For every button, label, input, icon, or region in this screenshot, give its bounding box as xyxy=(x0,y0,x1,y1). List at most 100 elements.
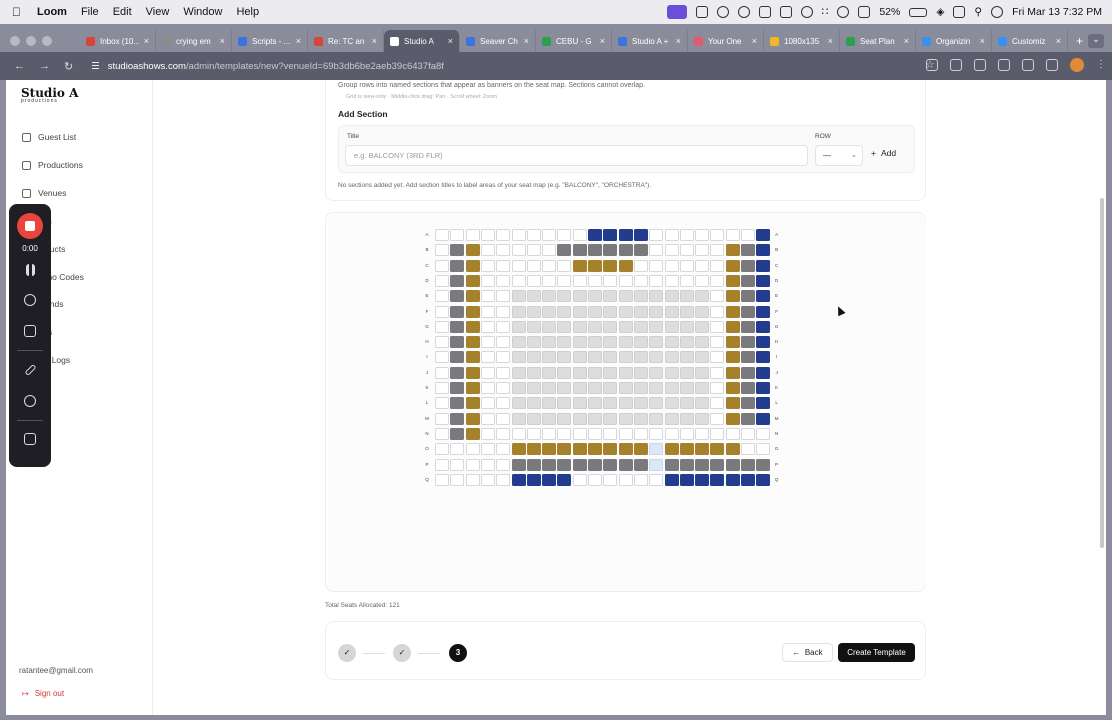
seat[interactable] xyxy=(588,320,602,333)
seat[interactable] xyxy=(679,412,694,425)
menu-view[interactable]: View xyxy=(146,6,170,18)
seat[interactable] xyxy=(572,274,587,287)
page-scrollbar[interactable] xyxy=(1100,198,1104,548)
seat[interactable] xyxy=(588,382,602,394)
seat[interactable] xyxy=(588,244,602,257)
seat[interactable] xyxy=(480,351,495,364)
seat[interactable] xyxy=(450,412,465,425)
seat[interactable] xyxy=(496,382,511,394)
seat[interactable] xyxy=(572,473,587,486)
seat[interactable] xyxy=(633,458,648,471)
seat[interactable] xyxy=(618,259,633,272)
seat[interactable] xyxy=(542,366,557,379)
seat[interactable] xyxy=(710,458,725,471)
sidebar-item[interactable]: Productions xyxy=(22,160,83,170)
seat[interactable] xyxy=(542,397,557,410)
seat[interactable] xyxy=(664,244,679,257)
browser-tab[interactable]: Seat Plan × xyxy=(840,30,916,52)
seat[interactable] xyxy=(649,412,664,425)
seat[interactable] xyxy=(725,274,740,287)
seat[interactable] xyxy=(557,458,572,471)
seat[interactable] xyxy=(450,397,465,410)
seat[interactable] xyxy=(695,382,710,394)
seat[interactable] xyxy=(450,274,465,287)
seat[interactable] xyxy=(526,259,541,272)
seat[interactable] xyxy=(511,366,526,379)
seat[interactable] xyxy=(756,244,771,257)
seat-map-canvas[interactable]: A A B B C C D D E E F F G G H H I I J J K K L L M M N N O O P P Q Q xyxy=(327,214,926,591)
close-tab-icon[interactable]: × xyxy=(676,36,681,46)
browser-tab[interactable]: Studio A + × xyxy=(612,30,688,52)
seat[interactable] xyxy=(450,229,465,241)
site-info-icon[interactable]: ☰ xyxy=(91,61,100,72)
seat[interactable] xyxy=(542,274,557,287)
seat[interactable] xyxy=(649,320,664,333)
seat[interactable] xyxy=(435,427,449,440)
seat[interactable] xyxy=(542,412,557,425)
seat[interactable] xyxy=(526,274,541,287)
zoom-window-button[interactable] xyxy=(42,36,52,46)
seat[interactable] xyxy=(526,244,541,257)
seat[interactable] xyxy=(664,427,679,440)
seat[interactable] xyxy=(480,473,495,486)
seat[interactable] xyxy=(679,397,694,410)
close-tab-icon[interactable]: × xyxy=(372,36,377,46)
seat[interactable] xyxy=(649,259,664,272)
seat[interactable] xyxy=(526,427,541,440)
seat[interactable] xyxy=(603,320,618,333)
seat[interactable] xyxy=(603,305,618,318)
seat[interactable] xyxy=(633,427,648,440)
seat[interactable] xyxy=(526,320,541,333)
seat[interactable] xyxy=(496,229,511,241)
seat[interactable] xyxy=(741,382,755,394)
seat[interactable] xyxy=(450,443,465,456)
seat[interactable] xyxy=(710,397,725,410)
seat[interactable] xyxy=(649,473,664,486)
extension-icon[interactable] xyxy=(926,59,938,71)
seat[interactable] xyxy=(618,473,633,486)
seat[interactable] xyxy=(756,397,771,410)
seat[interactable] xyxy=(618,336,633,349)
seat[interactable] xyxy=(710,274,725,287)
play-icon[interactable] xyxy=(800,6,813,18)
seat[interactable] xyxy=(664,397,679,410)
seat[interactable] xyxy=(633,290,648,303)
seat[interactable] xyxy=(679,320,694,333)
studio-a-logo[interactable]: Studio A productions xyxy=(21,86,81,112)
seat[interactable] xyxy=(588,290,602,303)
seat[interactable] xyxy=(526,305,541,318)
sign-out-button[interactable]: ↦ Sign out xyxy=(22,689,64,698)
browser-tab[interactable]: Inbox (10... × xyxy=(80,30,156,52)
seat[interactable] xyxy=(542,443,557,456)
seat[interactable] xyxy=(725,382,740,394)
seat[interactable] xyxy=(450,366,465,379)
seat[interactable] xyxy=(710,290,725,303)
seat[interactable] xyxy=(603,382,618,394)
seat[interactable] xyxy=(679,259,694,272)
browser-tab[interactable]: Your One × xyxy=(688,30,764,52)
seat[interactable] xyxy=(633,229,648,241)
seat[interactable] xyxy=(557,351,572,364)
seat[interactable] xyxy=(679,351,694,364)
add-section-button[interactable]: + Add xyxy=(871,148,896,158)
seat[interactable] xyxy=(633,320,648,333)
seat[interactable] xyxy=(526,336,541,349)
seat[interactable] xyxy=(649,290,664,303)
seat[interactable] xyxy=(725,443,740,456)
seat[interactable] xyxy=(480,427,495,440)
seat[interactable] xyxy=(542,351,557,364)
seat[interactable] xyxy=(695,427,710,440)
seat[interactable] xyxy=(588,274,602,287)
seat[interactable] xyxy=(526,397,541,410)
seat[interactable] xyxy=(679,382,694,394)
minimize-window-button[interactable] xyxy=(26,36,36,46)
seat[interactable] xyxy=(511,427,526,440)
seat[interactable] xyxy=(435,290,449,303)
seat[interactable] xyxy=(679,305,694,318)
seat[interactable] xyxy=(725,412,740,425)
seat[interactable] xyxy=(435,320,449,333)
seat[interactable] xyxy=(526,290,541,303)
seat[interactable] xyxy=(725,229,740,241)
seat[interactable] xyxy=(756,290,771,303)
seat[interactable] xyxy=(695,244,710,257)
